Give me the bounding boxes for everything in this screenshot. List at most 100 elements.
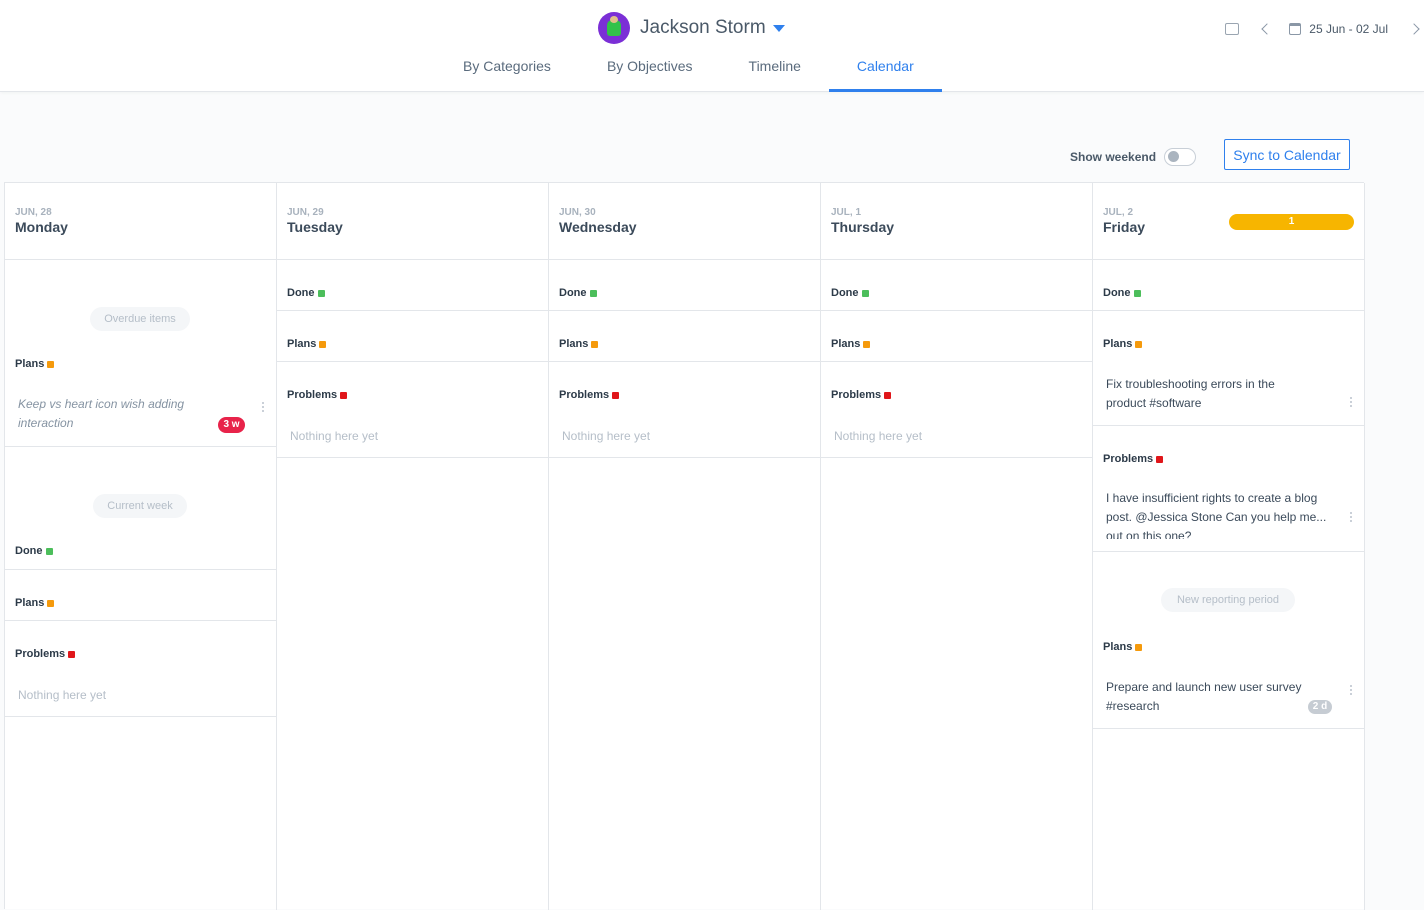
- day-date: JUN, 28: [15, 207, 52, 218]
- task-card[interactable]: Prepare and launch new user survey #rese…: [1106, 678, 1321, 716]
- day-column-friday: JUL, 2 Friday 1 Done Plans Fix troublesh…: [1093, 183, 1365, 910]
- plans-label: Plans: [287, 338, 327, 350]
- done-section: Current week Done: [5, 447, 276, 570]
- more-icon[interactable]: [261, 402, 264, 414]
- view-tabs: By Categories By Objectives Timeline Cal…: [435, 50, 942, 92]
- avatar: [598, 12, 630, 44]
- day-column-wednesday: JUN, 30 Wednesday Done Plans Problems No…: [549, 183, 821, 910]
- done-marker: [317, 289, 325, 297]
- tab-timeline[interactable]: Timeline: [721, 50, 829, 92]
- day-name: Tuesday: [287, 219, 343, 235]
- done-label: Done: [1103, 287, 1141, 299]
- count-badge: 1: [1229, 214, 1354, 230]
- user-name: Jackson Storm: [640, 17, 766, 38]
- show-weekend: Show weekend: [1070, 148, 1197, 166]
- day-date: JUL, 1: [831, 207, 862, 218]
- sync-to-calendar-button[interactable]: Sync to Calendar: [1224, 139, 1350, 170]
- plans-marker: [1135, 340, 1143, 348]
- day-header: JUN, 29 Tuesday: [277, 183, 548, 260]
- day-date: JUN, 30: [559, 207, 596, 218]
- overdue-divider: Overdue items: [90, 307, 190, 331]
- period-navigator: 25 Jun - 02 Jul: [1225, 18, 1424, 40]
- plans-section: Plans: [5, 570, 276, 621]
- task-card[interactable]: I have insufficient rights to create a b…: [1106, 489, 1331, 539]
- more-icon[interactable]: [1349, 685, 1352, 697]
- problems-section: Problems Nothing here yet: [549, 362, 820, 458]
- day-header: JUN, 28 Monday: [5, 183, 276, 260]
- chevron-right-icon[interactable]: [1408, 23, 1420, 35]
- problems-label: Problems: [1103, 453, 1164, 465]
- day-column-thursday: JUL, 1 Thursday Done Plans Problems Noth…: [821, 183, 1093, 910]
- plans-label: Plans: [1103, 641, 1143, 653]
- done-section: Done: [549, 260, 820, 311]
- empty-state: Nothing here yet: [18, 688, 107, 702]
- day-name: Thursday: [831, 219, 895, 235]
- day-header: JUL, 2 Friday 1: [1093, 183, 1364, 260]
- problems-label: Problems: [15, 648, 76, 660]
- done-marker: [589, 289, 597, 297]
- plans-marker: [1135, 643, 1143, 651]
- problems-marker: [612, 391, 620, 399]
- caret-down-icon: [772, 24, 785, 32]
- day-date: JUN, 29: [287, 207, 324, 218]
- task-card[interactable]: Fix troubleshooting errors in the produc…: [1106, 375, 1306, 413]
- done-section: Done: [277, 260, 548, 311]
- day-name: Monday: [15, 219, 68, 235]
- export-icon[interactable]: [1225, 23, 1240, 35]
- plans-section: Plans: [821, 311, 1092, 362]
- date-range[interactable]: 25 Jun - 02 Jul: [1309, 22, 1388, 36]
- problems-marker: [68, 650, 76, 658]
- plans-marker: [47, 599, 55, 607]
- calendar-icon[interactable]: [1289, 23, 1302, 35]
- day-header: JUL, 1 Thursday: [821, 183, 1092, 260]
- done-label: Done: [287, 287, 325, 299]
- done-marker: [1133, 289, 1141, 297]
- plans-marker: [591, 340, 599, 348]
- done-section: Done: [821, 260, 1092, 311]
- empty-state: Nothing here yet: [562, 429, 651, 443]
- problems-marker: [340, 391, 348, 399]
- top-bar: Jackson Storm By Categories By Objective…: [0, 0, 1424, 92]
- done-label: Done: [559, 287, 597, 299]
- done-marker: [45, 547, 53, 555]
- plans-section: Plans Fix troubleshooting errors in the …: [1093, 311, 1364, 426]
- plans-section: Plans: [549, 311, 820, 362]
- empty-state: Nothing here yet: [290, 429, 379, 443]
- plans-marker: [863, 340, 871, 348]
- current-week-divider: Current week: [93, 494, 187, 518]
- problems-marker: [1156, 455, 1164, 463]
- day-name: Wednesday: [559, 219, 637, 235]
- more-icon[interactable]: [1349, 397, 1352, 409]
- plans-marker: [319, 340, 327, 348]
- tab-calendar[interactable]: Calendar: [828, 50, 942, 92]
- calendar-toolbar: Show weekend Sync to Calendar: [0, 139, 1424, 171]
- toggle-knob: [1168, 151, 1180, 162]
- plans-section: Plans: [277, 311, 548, 362]
- problems-section: Problems Nothing here yet: [277, 362, 548, 458]
- user-selector[interactable]: Jackson Storm: [598, 12, 785, 44]
- more-icon[interactable]: [1349, 512, 1352, 524]
- done-label: Done: [15, 545, 53, 557]
- problems-label: Problems: [287, 389, 348, 401]
- show-weekend-toggle[interactable]: [1164, 148, 1197, 166]
- done-section: Done: [1093, 260, 1364, 311]
- tab-by-categories[interactable]: By Categories: [435, 50, 579, 92]
- problems-section: Problems I have insufficient rights to c…: [1093, 426, 1364, 552]
- tab-by-objectives[interactable]: By Objectives: [579, 50, 721, 92]
- plans-marker: [47, 360, 55, 368]
- plans-label: Plans: [1103, 338, 1143, 350]
- calendar-grid: JUN, 28 Monday Overdue items Plans Keep …: [4, 182, 1365, 910]
- task-card[interactable]: Keep vs heart icon wish adding interacti…: [18, 395, 213, 437]
- chevron-left-icon[interactable]: [1261, 23, 1273, 35]
- plans-label: Plans: [559, 338, 599, 350]
- age-badge: 2 d: [1308, 700, 1332, 714]
- problems-section: Problems Nothing here yet: [821, 362, 1092, 458]
- age-badge: 3 w: [218, 417, 245, 433]
- done-label: Done: [831, 287, 869, 299]
- plans-label: Plans: [15, 358, 55, 370]
- new-period-divider: New reporting period: [1161, 588, 1295, 612]
- show-weekend-label: Show weekend: [1070, 150, 1157, 164]
- problems-marker: [884, 391, 892, 399]
- done-marker: [861, 289, 869, 297]
- overdue-section: Overdue items Plans Keep vs heart icon w…: [5, 260, 276, 447]
